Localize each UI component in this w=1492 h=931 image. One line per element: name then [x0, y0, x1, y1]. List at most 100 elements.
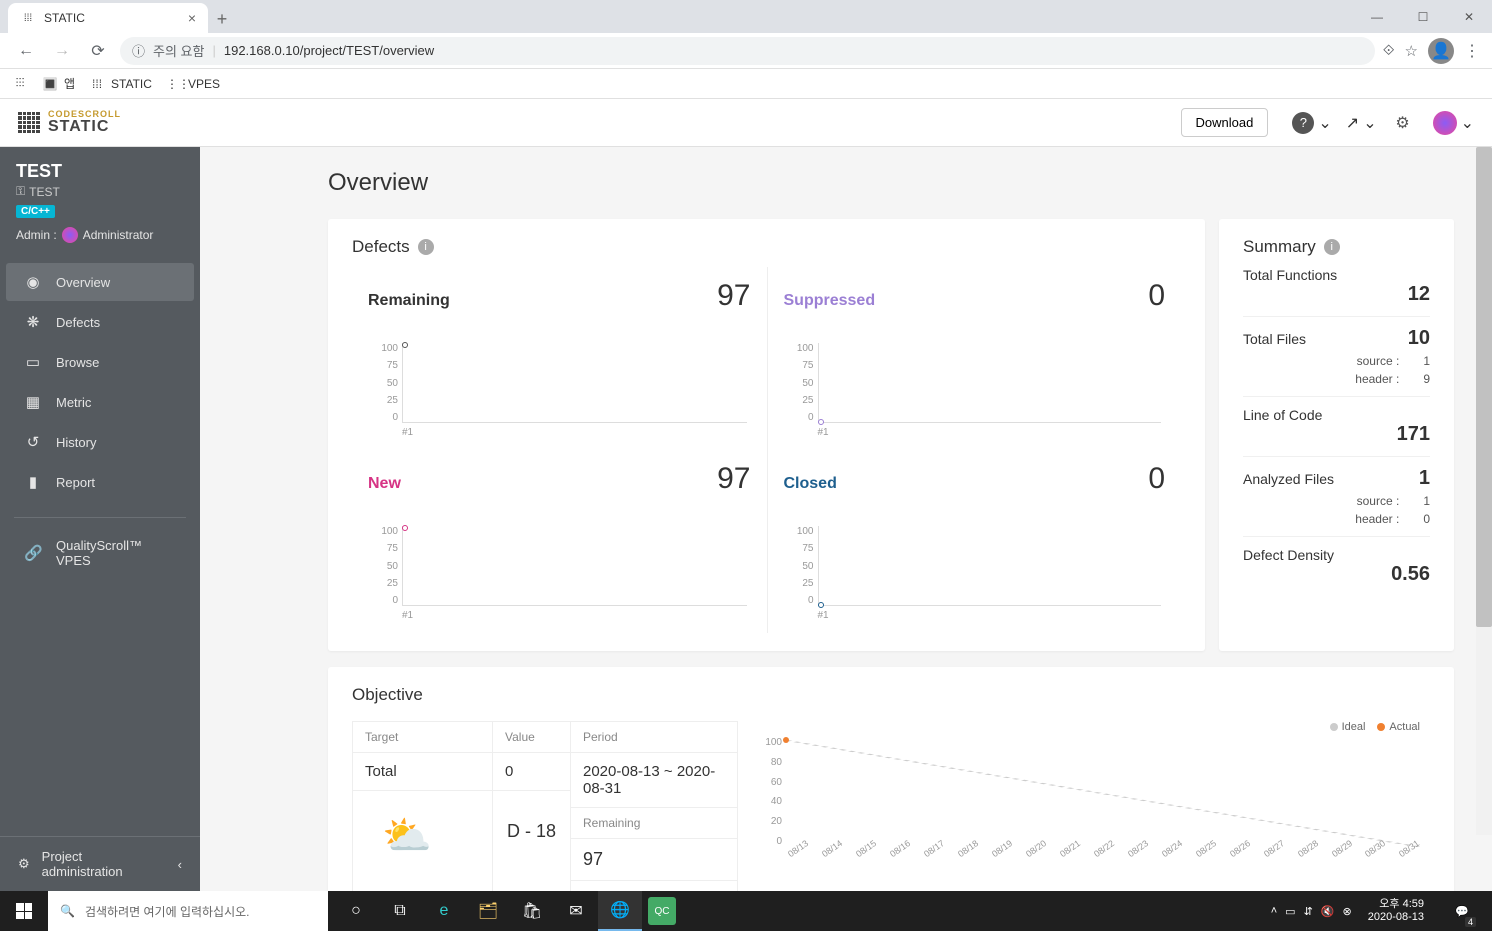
project-admin-button[interactable]: ⚙ Project administration ‹ — [0, 836, 200, 891]
apps-grid-icon[interactable]: ⫶⫶⫶ — [12, 76, 28, 92]
sidebar-item-report[interactable]: ▮Report — [6, 463, 194, 501]
gear-icon: ⚙ — [18, 856, 30, 872]
window-close-button[interactable]: ✕ — [1446, 0, 1492, 33]
logo-big-text: STATIC — [48, 119, 121, 135]
window-minimize-button[interactable]: — — [1354, 0, 1400, 33]
browser-tab[interactable]: ⁞⁞⁞ STATIC × — [8, 3, 208, 33]
page-title: Overview — [328, 169, 1454, 197]
tab-title: STATIC — [44, 11, 85, 25]
bookmark-apps[interactable]: 🔳앱 — [42, 75, 75, 92]
sidebar-item-defects[interactable]: ❋Defects — [6, 303, 194, 341]
url-field[interactable]: ⓘ 주의 요함 | 192.168.0.10/project/TEST/over… — [120, 37, 1375, 65]
chevron-down-icon: ⌄ — [1363, 113, 1376, 133]
url-text: 192.168.0.10/project/TEST/overview — [224, 43, 434, 58]
volume-icon[interactable]: 🔇 — [1321, 905, 1335, 918]
suppressed-chart: 1007550250#1 — [784, 343, 1166, 438]
export-dropdown[interactable]: ↗⌄ — [1346, 113, 1377, 133]
nav-icon: ▭ — [24, 353, 42, 371]
profile-icon[interactable]: 👤 — [1428, 38, 1454, 64]
site-info-icon[interactable]: ⓘ — [132, 41, 145, 60]
defect-new: New97 1007550250#1 — [352, 450, 767, 633]
url-warning: 주의 요함 — [153, 41, 204, 60]
app-icon[interactable]: QC — [648, 897, 676, 925]
gear-icon: ⚙ — [1395, 113, 1409, 133]
project-admin-label: Project administration — [42, 849, 166, 879]
remaining-chart: 1007550250#1 — [368, 343, 751, 438]
nav-icon: ↺ — [24, 433, 42, 451]
start-button[interactable] — [0, 891, 48, 931]
sidebar-item-vpes[interactable]: 🔗 QualityScroll™ VPES — [6, 528, 194, 578]
settings-button[interactable]: ⚙ — [1387, 107, 1419, 139]
tab-favicon: ⁞⁞⁞ — [20, 10, 36, 26]
tab-close-icon[interactable]: × — [188, 10, 196, 26]
sidebar-item-metric[interactable]: ▦Metric — [6, 383, 194, 421]
defect-suppressed: Suppressed0 1007550250#1 — [767, 267, 1182, 450]
search-placeholder: 검색하려면 여기에 입력하십시오. — [85, 903, 250, 920]
tray-chevron-icon[interactable]: ˄ — [1271, 905, 1277, 917]
address-bar: ← → ⟳ ⓘ 주의 요함 | 192.168.0.10/project/TES… — [0, 33, 1492, 69]
objective-table: Target Total ⛅ Value 0 D - 18 Period 202… — [352, 721, 738, 891]
language-badge: C/C++ — [16, 205, 55, 218]
bookmark-star-icon[interactable]: ☆ — [1405, 42, 1418, 60]
sidebar-item-history[interactable]: ↺ History — [6, 423, 194, 461]
store-icon[interactable]: 🛍 — [510, 891, 554, 931]
battery-icon[interactable]: ▭ — [1285, 905, 1295, 918]
new-tab-button[interactable]: + — [208, 5, 236, 33]
collapse-icon[interactable]: ‹ — [178, 857, 182, 872]
vertical-scrollbar[interactable] — [1476, 147, 1492, 835]
wifi-icon[interactable]: ⇵ — [1304, 905, 1313, 918]
defects-card: Defects i Remaining97 1007550250#1 Suppr… — [328, 219, 1205, 651]
defect-closed: Closed0 1007550250#1 — [767, 450, 1182, 633]
vpes-label: QualityScroll™ VPES — [56, 538, 176, 568]
window-maximize-button[interactable]: ☐ — [1400, 0, 1446, 33]
browser-menu-icon[interactable]: ⋮ — [1464, 41, 1480, 61]
defects-title: Defects — [352, 237, 410, 257]
avatar-icon — [1433, 111, 1457, 135]
nav-label: Defects — [56, 315, 100, 330]
help-dropdown[interactable]: ?⌄ — [1282, 112, 1331, 134]
nav-label: Metric — [56, 395, 91, 410]
nav-label: Report — [56, 475, 95, 490]
chrome-icon[interactable]: 🌐 — [598, 891, 642, 931]
cortana-icon[interactable]: ○ — [334, 891, 378, 931]
new-chart: 1007550250#1 — [368, 526, 751, 621]
taskbar-search[interactable]: 🔍 검색하려면 여기에 입력하십시오. — [48, 891, 328, 931]
mail-icon[interactable]: ✉ — [554, 891, 598, 931]
objective-title: Objective — [352, 685, 423, 705]
app-logo[interactable]: CODESCROLL STATIC — [18, 110, 121, 135]
taskbar-clock[interactable]: 오후 4:59 2020-08-13 — [1360, 898, 1432, 924]
key-icon: ⚿ — [16, 184, 25, 199]
weather-icon: ⛅ — [367, 805, 447, 865]
search-icon: 🔍 — [60, 904, 75, 918]
action-center-icon[interactable]: 💬4 — [1440, 891, 1484, 931]
sidebar-item-overview[interactable]: ◉Overview — [6, 263, 194, 301]
file-explorer-icon[interactable]: 🗂 — [466, 891, 510, 931]
browser-tab-strip: ⁞⁞⁞ STATIC × + — ☐ ✕ — [0, 0, 1492, 33]
back-button[interactable]: ← — [12, 37, 40, 65]
reload-button[interactable]: ⟳ — [84, 37, 112, 65]
ime-icon[interactable]: ⊗ — [1343, 905, 1352, 918]
edge-icon[interactable]: e — [422, 891, 466, 931]
help-icon: ? — [1292, 112, 1314, 134]
info-icon[interactable]: i — [418, 239, 434, 255]
bookmark-static[interactable]: ⁞⁞⁞STATIC — [89, 76, 152, 92]
summary-card: Summary i Total Functions12 Total Files1… — [1219, 219, 1454, 651]
sidebar-item-browse[interactable]: ▭Browse — [6, 343, 194, 381]
forward-button[interactable]: → — [48, 37, 76, 65]
sidebar-nav: ◉Overview❋Defects▭Browse▦Metric ↺ History ▮… — [0, 255, 200, 509]
info-icon[interactable]: i — [1324, 239, 1340, 255]
defect-remaining: Remaining97 1007550250#1 — [352, 267, 767, 450]
translate-icon[interactable]: ⟐ — [1383, 42, 1395, 59]
chevron-down-icon: ⌄ — [1461, 113, 1474, 133]
admin-avatar-icon — [62, 227, 78, 243]
admin-name: Administrator — [83, 228, 154, 242]
user-menu[interactable]: ⌄ — [1433, 111, 1474, 135]
external-link-icon: ↗ — [1346, 113, 1359, 133]
task-view-icon[interactable]: ⧉ — [378, 891, 422, 931]
chevron-down-icon: ⌄ — [1318, 113, 1331, 133]
nav-label: History — [56, 435, 96, 450]
windows-taskbar: 🔍 검색하려면 여기에 입력하십시오. ○ ⧉ e 🗂 🛍 ✉ 🌐 QC ˄ ▭… — [0, 891, 1492, 931]
download-button[interactable]: Download — [1181, 108, 1269, 137]
bookmark-vpes[interactable]: ⋮⋮VPES — [166, 76, 220, 92]
content-area: Overview Defects i Remaining97 100755025… — [200, 147, 1492, 891]
